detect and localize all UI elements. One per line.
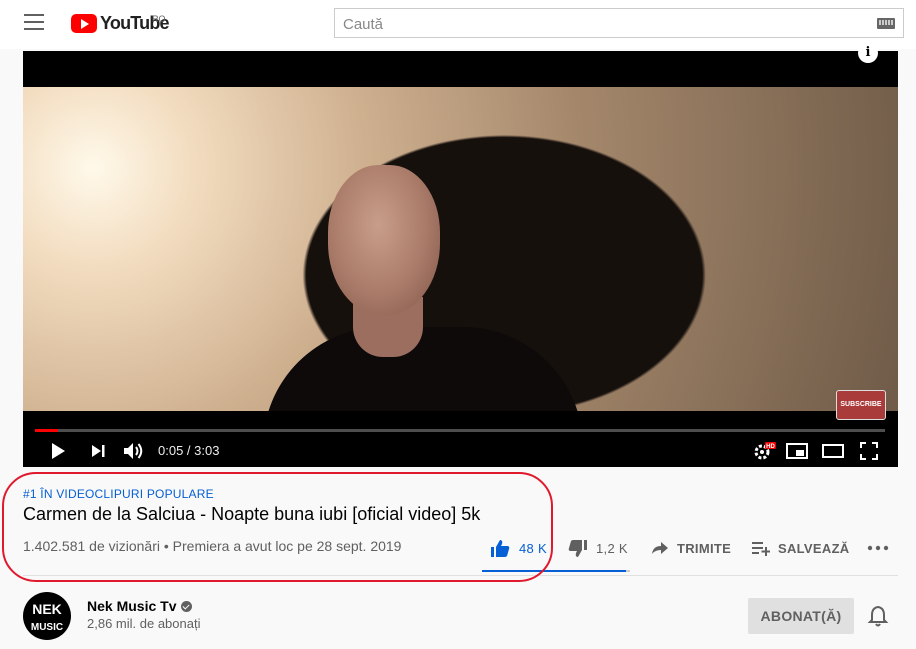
- verified-icon: [181, 601, 193, 612]
- next-icon[interactable]: [87, 440, 109, 462]
- video-player[interactable]: i SUBSCRIBE 0:05 / 3:03 HD: [23, 43, 898, 467]
- dislike-button[interactable]: 1,2 K: [568, 534, 628, 562]
- volume-icon[interactable]: [121, 440, 147, 462]
- avatar-text-bottom: MUSIC: [31, 622, 63, 633]
- theater-mode-icon[interactable]: [821, 440, 845, 462]
- time-display: 0:05 / 3:03: [158, 443, 220, 458]
- miniplayer-icon[interactable]: [785, 440, 809, 462]
- masthead: YouTube RO: [0, 0, 916, 49]
- info-icon[interactable]: i: [858, 43, 878, 63]
- menu-icon[interactable]: [24, 14, 46, 32]
- like-ratio-fill: [482, 570, 627, 572]
- subscribe-watermark[interactable]: SUBSCRIBE: [836, 390, 886, 420]
- trending-hashtag[interactable]: #1 ÎN VIDEOCLIPURI POPULARE: [23, 487, 214, 501]
- channel-name[interactable]: Nek Music Tv: [87, 598, 176, 614]
- like-dislike-bar: [482, 570, 630, 572]
- subscriber-count: 2,86 mil. de abonați: [87, 616, 201, 631]
- progress-fill: [35, 429, 58, 432]
- more-actions-button[interactable]: [867, 534, 889, 562]
- progress-bar[interactable]: [35, 429, 885, 432]
- thumbs-down-icon: [568, 539, 587, 557]
- country-code: RO: [152, 14, 166, 24]
- video-frame[interactable]: [23, 87, 898, 411]
- subscribed-button[interactable]: ABONAT(Ă): [748, 598, 854, 634]
- channel-avatar[interactable]: NEK MUSIC: [23, 592, 71, 640]
- more-horizontal-icon: [867, 545, 889, 551]
- view-count: 1.402.581 de vizionări • Premiera a avut…: [23, 538, 402, 554]
- like-count: 48 K: [519, 540, 547, 556]
- hd-badge: HD: [766, 444, 775, 450]
- playlist-add-icon: [752, 542, 770, 556]
- video-scene-face: [328, 165, 440, 315]
- channel-name-row[interactable]: Nek Music Tv: [87, 598, 193, 614]
- like-button[interactable]: 48 K: [490, 534, 547, 562]
- thumbs-up-icon: [491, 539, 510, 557]
- search-input[interactable]: [341, 10, 865, 38]
- share-button[interactable]: TRIMITE: [651, 534, 731, 562]
- save-button[interactable]: SALVEAZĂ: [752, 534, 850, 562]
- video-title: Carmen de la Salciua - Noapte buna iubi …: [23, 504, 481, 524]
- video-scene-shoulders: [263, 327, 583, 411]
- divider: [23, 575, 898, 576]
- settings-icon[interactable]: HD: [751, 440, 777, 462]
- youtube-play-icon: [71, 13, 97, 33]
- save-label: SALVEAZĂ: [778, 540, 850, 556]
- share-icon: [652, 542, 668, 554]
- player-controls: 0:05 / 3:03 HD: [23, 435, 898, 467]
- notification-bell-icon[interactable]: [866, 604, 890, 628]
- keyboard-icon[interactable]: [877, 18, 895, 29]
- search-box: [334, 8, 904, 38]
- fullscreen-icon[interactable]: [857, 440, 881, 462]
- play-icon[interactable]: [47, 440, 69, 462]
- share-label: TRIMITE: [677, 540, 732, 556]
- dislike-count: 1,2 K: [596, 540, 628, 556]
- avatar-text-top: NEK: [32, 601, 62, 617]
